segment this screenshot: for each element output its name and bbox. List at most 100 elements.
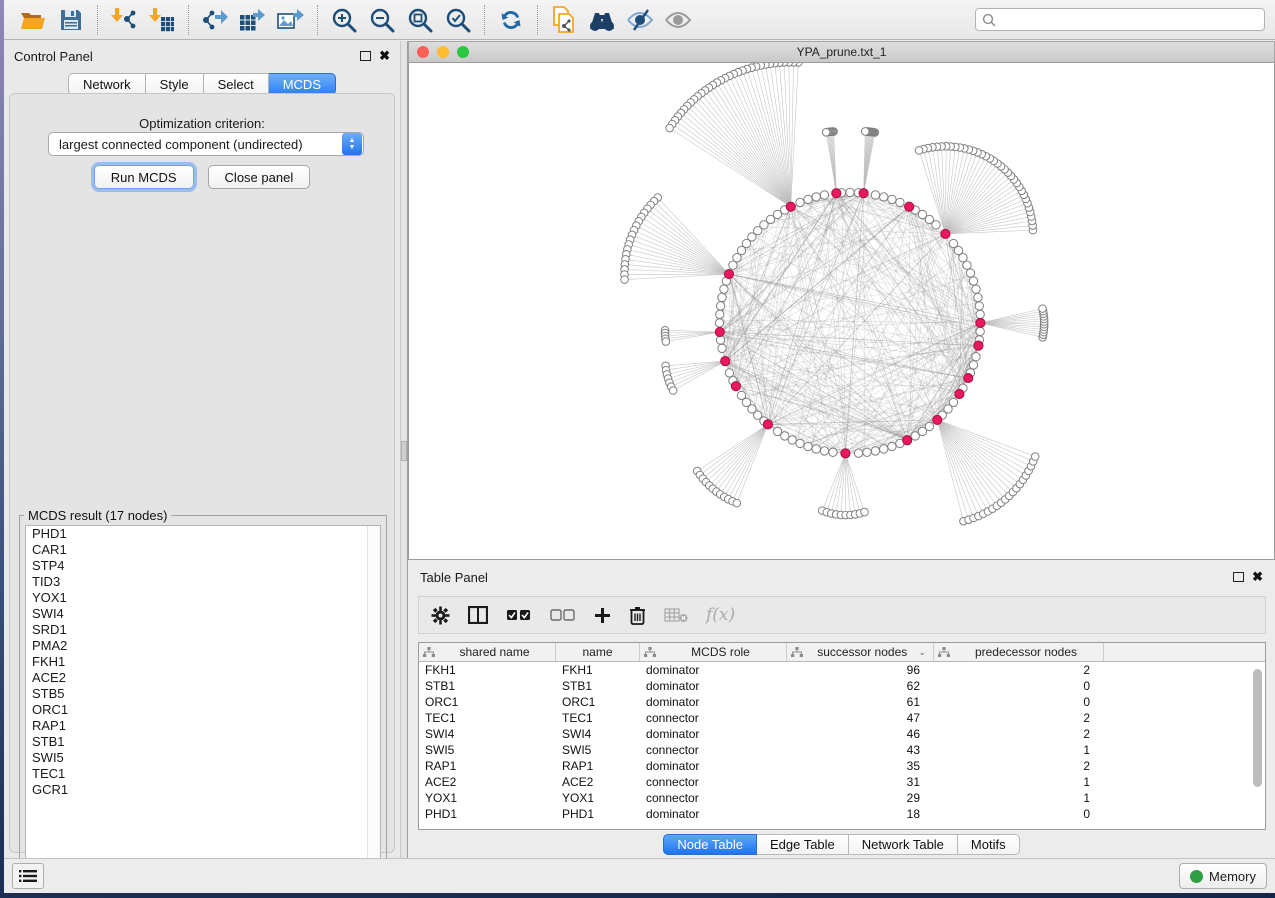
table-settings-gear-icon[interactable]	[431, 606, 450, 625]
mcds-result-item[interactable]: ORC1	[26, 702, 380, 718]
table-row[interactable]: RAP1RAP1dominator352	[419, 758, 1265, 774]
mcds-list-scrollbar[interactable]	[367, 526, 380, 876]
close-panel-icon[interactable]: ✖	[379, 51, 390, 61]
cell-name: FKH1	[556, 662, 640, 678]
mcds-result-item[interactable]: FKH1	[26, 654, 380, 670]
cell-successor-nodes: 18	[787, 806, 934, 822]
mcds-result-item[interactable]: ACE2	[26, 670, 380, 686]
column-header-successor-nodes[interactable]: successor nodes⌄	[787, 643, 934, 661]
panel-splitter[interactable]	[400, 41, 408, 858]
cell-MCDS-role: dominator	[640, 694, 787, 710]
table-panel-title: Table Panel	[420, 570, 488, 585]
criterion-dropdown[interactable]: largest connected component (undirected)…	[48, 132, 364, 156]
table-row[interactable]: STB1STB1dominator620	[419, 678, 1265, 694]
delete-column-icon[interactable]	[629, 606, 646, 625]
table-row[interactable]: SWI4SWI4dominator462	[419, 726, 1265, 742]
table-row[interactable]: PHD1PHD1dominator180	[419, 806, 1265, 822]
hide-details-icon[interactable]	[625, 5, 655, 35]
float-panel-icon[interactable]	[360, 51, 371, 61]
mcds-result-item[interactable]: CAR1	[26, 542, 380, 558]
search-box[interactable]	[975, 8, 1265, 31]
column-header-MCDS-role[interactable]: MCDS role	[640, 643, 787, 661]
show-details-icon[interactable]	[663, 5, 693, 35]
cell-predecessor-nodes: 2	[934, 758, 1104, 774]
mcds-result-item[interactable]: SWI4	[26, 606, 380, 622]
table-row[interactable]: SWI5SWI5connector431	[419, 742, 1265, 758]
table-scrollbar-thumb[interactable]	[1253, 669, 1262, 787]
mcds-result-item[interactable]: SWI5	[26, 750, 380, 766]
select-all-columns-icon[interactable]	[506, 609, 532, 621]
close-panel-icon[interactable]: ✖	[1252, 572, 1263, 582]
mcds-result-item[interactable]: STP4	[26, 558, 380, 574]
run-mcds-button[interactable]: Run MCDS	[94, 165, 194, 189]
cell-predecessor-nodes: 2	[934, 726, 1104, 742]
zoom-selected-icon[interactable]	[443, 5, 473, 35]
control-panel-tabs: NetworkStyleSelectMCDS	[68, 73, 336, 95]
tab-select[interactable]: Select	[204, 73, 269, 95]
mcds-result-item[interactable]: PMA2	[26, 638, 380, 654]
table-row[interactable]: FKH1FKH1dominator962	[419, 662, 1265, 678]
import-table-icon[interactable]	[147, 5, 177, 35]
mcds-result-item[interactable]: TEC1	[26, 766, 380, 782]
cell-MCDS-role: dominator	[640, 806, 787, 822]
splitter-handle[interactable]	[401, 441, 407, 461]
cell-successor-nodes: 46	[787, 726, 934, 742]
table-row[interactable]: YOX1YOX1connector291	[419, 790, 1265, 806]
node-table[interactable]: shared namenameMCDS rolesuccessor nodes⌄…	[418, 642, 1266, 830]
tab-network-table[interactable]: Network Table	[849, 834, 958, 855]
save-session-icon[interactable]	[56, 5, 86, 35]
mcds-result-list[interactable]: PHD1CAR1STP4TID3YOX1SWI4SRD1PMA2FKH1ACE2…	[25, 525, 381, 877]
mcds-result-item[interactable]: PHD1	[26, 526, 380, 542]
mcds-result-item[interactable]: YOX1	[26, 590, 380, 606]
control-panel-title: Control Panel	[14, 49, 93, 64]
tab-node-table[interactable]: Node Table	[663, 834, 757, 855]
network-canvas[interactable]	[408, 62, 1275, 560]
column-header-predecessor-nodes[interactable]: predecessor nodes	[934, 643, 1104, 661]
tab-edge-table[interactable]: Edge Table	[757, 834, 849, 855]
search-input[interactable]	[996, 13, 1258, 27]
network-window-titlebar[interactable]: YPA_prune.txt_1	[408, 41, 1275, 62]
mcds-result-item[interactable]: TID3	[26, 574, 380, 590]
table-panel-tabs: Node TableEdge TableNetwork TableMotifs	[408, 834, 1275, 855]
show-column-panel-icon[interactable]	[468, 606, 488, 624]
cell-shared-name: ORC1	[419, 694, 556, 710]
export-network-icon[interactable]	[200, 5, 230, 35]
tab-motifs[interactable]: Motifs	[958, 834, 1020, 855]
open-file-icon[interactable]	[18, 5, 48, 35]
table-row[interactable]: ORC1ORC1dominator610	[419, 694, 1265, 710]
cell-predecessor-nodes: 1	[934, 790, 1104, 806]
memory-button[interactable]: Memory	[1179, 863, 1267, 889]
close-panel-button[interactable]: Close panel	[208, 165, 311, 189]
cell-name: ACE2	[556, 774, 640, 790]
export-image-icon[interactable]	[276, 5, 306, 35]
memory-label: Memory	[1209, 869, 1256, 884]
unselect-all-columns-icon[interactable]	[550, 609, 576, 621]
task-list-icon	[19, 869, 37, 883]
mcds-result-item[interactable]: SRD1	[26, 622, 380, 638]
cell-shared-name: ACE2	[419, 774, 556, 790]
zoom-fit-icon[interactable]	[405, 5, 435, 35]
export-table-icon[interactable]	[238, 5, 268, 35]
toolbar-separator	[188, 5, 189, 35]
task-history-button[interactable]	[12, 863, 44, 889]
clone-network-icon[interactable]	[549, 5, 579, 35]
mcds-result-title: MCDS result (17 nodes)	[24, 508, 171, 523]
mcds-result-item[interactable]: STB5	[26, 686, 380, 702]
table-row[interactable]: TEC1TEC1connector472	[419, 710, 1265, 726]
refresh-icon[interactable]	[496, 5, 526, 35]
search-network-icon[interactable]	[587, 5, 617, 35]
table-row[interactable]: ACE2ACE2connector311	[419, 774, 1265, 790]
create-column-icon[interactable]	[594, 607, 611, 624]
column-header-name[interactable]: name	[556, 643, 640, 661]
mcds-result-item[interactable]: RAP1	[26, 718, 380, 734]
mcds-result-item[interactable]: STB1	[26, 734, 380, 750]
float-panel-icon[interactable]	[1233, 572, 1244, 582]
tab-style[interactable]: Style	[146, 73, 204, 95]
tab-network[interactable]: Network	[68, 73, 146, 95]
import-network-icon[interactable]	[109, 5, 139, 35]
column-header-shared-name[interactable]: shared name	[419, 643, 556, 661]
mcds-result-item[interactable]: GCR1	[26, 782, 380, 798]
zoom-out-icon[interactable]	[367, 5, 397, 35]
tab-mcds[interactable]: MCDS	[269, 73, 336, 95]
zoom-in-icon[interactable]	[329, 5, 359, 35]
